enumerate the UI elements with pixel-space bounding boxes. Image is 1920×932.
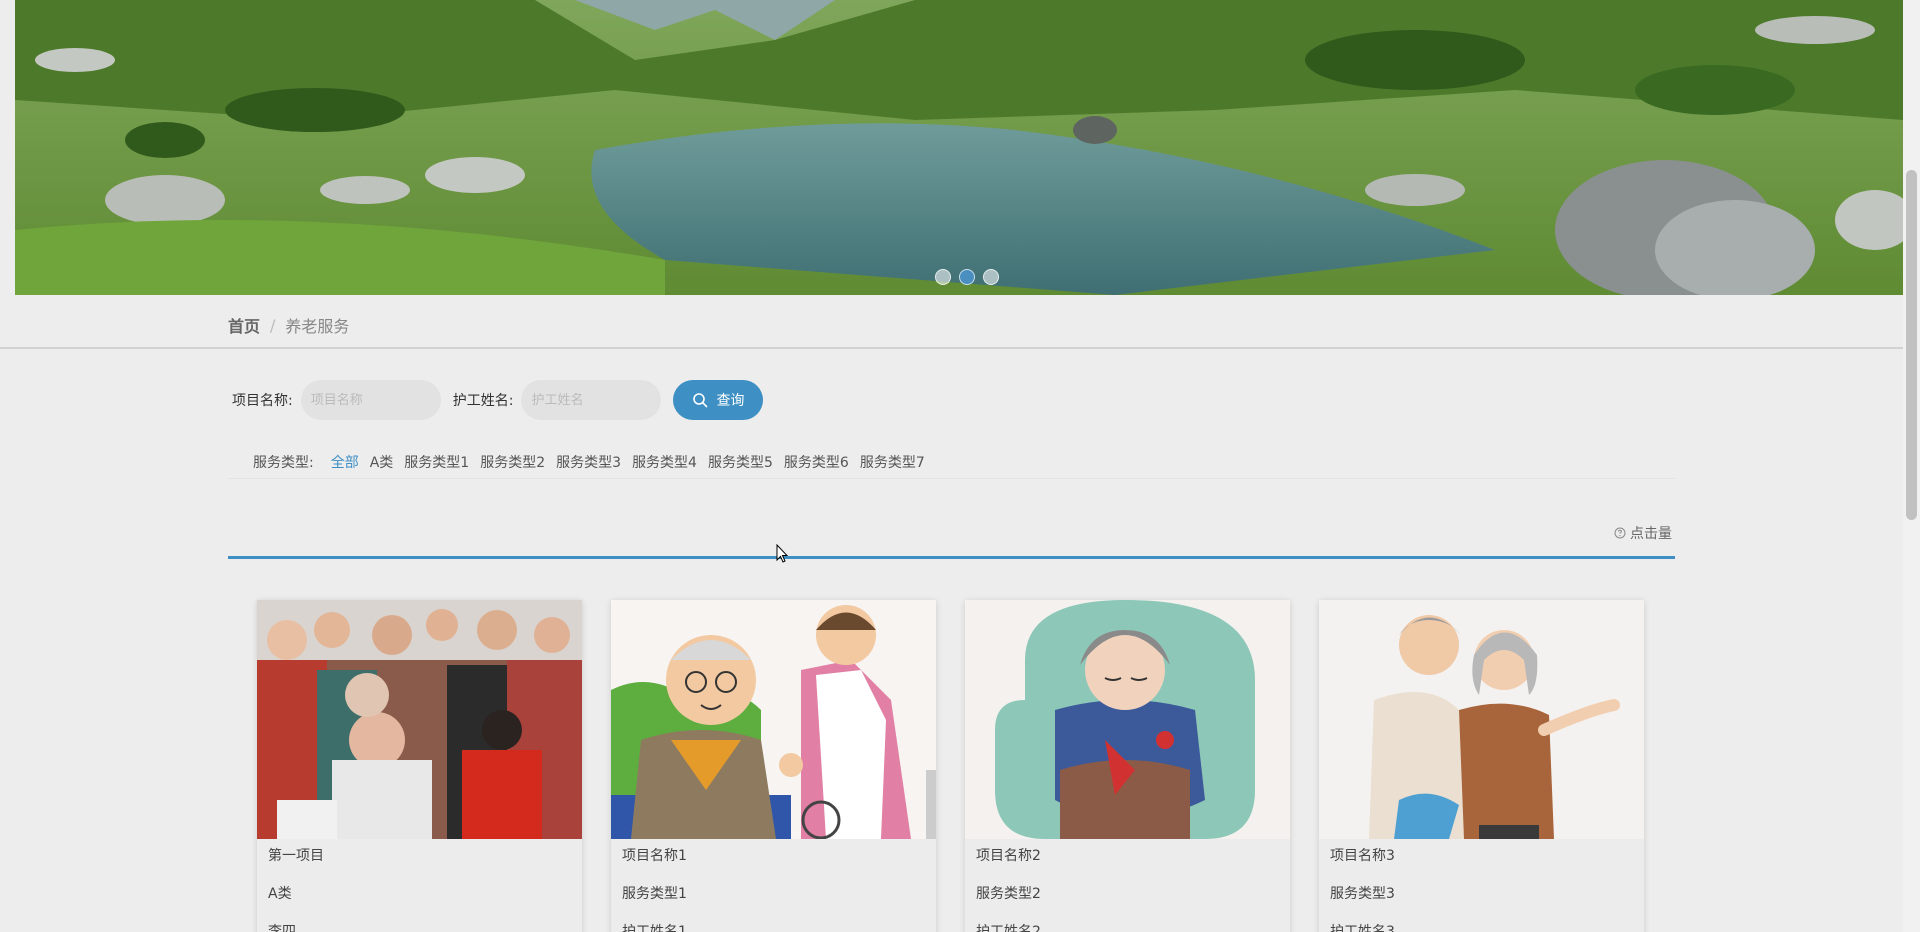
card-worker-name: 护工姓名2 (976, 924, 1041, 932)
category-a[interactable]: A类 (370, 452, 394, 472)
card-image-caregiver-wheelchair (611, 600, 936, 839)
filter-divider (228, 478, 1675, 479)
card-image-crowd (257, 600, 582, 839)
card-service-type: A类 (268, 886, 292, 902)
card-info: 项目名称2 服务类型2 护工姓名2 (965, 839, 1290, 932)
card-service-type: 服务类型1 (622, 886, 687, 902)
scrollbar-thumb[interactable] (1906, 170, 1917, 520)
carousel-dot-2[interactable] (959, 269, 975, 285)
breadcrumb-separator: / (270, 315, 276, 335)
category-type-7[interactable]: 服务类型7 (860, 452, 925, 472)
banner-carousel[interactable] (15, 0, 1903, 295)
breadcrumb-home[interactable]: 首页 (228, 313, 260, 337)
card-project-name: 项目名称1 (622, 848, 687, 864)
card-project-name: 项目名称3 (1330, 848, 1395, 864)
carousel-dots (935, 269, 999, 285)
mouse-cursor-icon (776, 544, 788, 563)
service-card[interactable]: 项目名称2 服务类型2 护工姓名2 (965, 600, 1290, 932)
category-type-5[interactable]: 服务类型5 (708, 452, 773, 472)
card-worker-name: 护工姓名1 (622, 924, 687, 932)
service-card-list: 第一项目 A类 李四 项目名称1 服务类型1 护工姓名1 项目名称2 服务类型2… (257, 600, 1644, 932)
category-type-1[interactable]: 服务类型1 (404, 452, 469, 472)
header-divider (0, 347, 1903, 349)
vertical-scrollbar[interactable] (1903, 0, 1920, 932)
card-project-name: 项目名称2 (976, 848, 1041, 864)
service-card[interactable]: 第一项目 A类 李四 (257, 600, 582, 932)
card-info: 第一项目 A类 李四 (257, 839, 582, 932)
page: 首页 / 养老服务 项目名称: 护工姓名: 查询 服务类型: 全部 A类 服务类… (0, 0, 1920, 932)
worker-name-input[interactable] (521, 380, 662, 420)
question-circle-icon (1614, 527, 1626, 539)
category-all[interactable]: 全部 (331, 452, 359, 472)
query-button[interactable]: 查询 (673, 380, 764, 420)
carousel-dot-1[interactable] (935, 269, 951, 285)
card-project-name: 第一项目 (268, 848, 324, 864)
breadcrumb: 首页 / 养老服务 (228, 313, 349, 337)
card-info: 项目名称3 服务类型3 护工姓名3 (1319, 839, 1644, 932)
card-info: 项目名称1 服务类型1 护工姓名1 (611, 839, 936, 932)
banner-landscape-image (15, 0, 1903, 295)
search-form: 项目名称: 护工姓名: 查询 (232, 380, 764, 420)
card-image-knitting-grandma (965, 600, 1290, 839)
category-type-4[interactable]: 服务类型4 (632, 452, 697, 472)
worker-name-label: 护工姓名: (452, 393, 514, 409)
card-image-elderly-couple (1319, 600, 1644, 839)
carousel-dot-3[interactable] (983, 269, 999, 285)
service-card[interactable]: 项目名称3 服务类型3 护工姓名3 (1319, 600, 1644, 932)
category-type-2[interactable]: 服务类型2 (480, 452, 545, 472)
project-name-label: 项目名称: (232, 393, 293, 409)
card-service-type: 服务类型3 (1330, 886, 1395, 902)
service-type-filter: 服务类型: 全部 A类 服务类型1 服务类型2 服务类型3 服务类型4 服务类型… (253, 452, 925, 472)
service-card[interactable]: 项目名称1 服务类型1 护工姓名1 (611, 600, 936, 932)
project-name-input[interactable] (300, 380, 441, 420)
query-button-label: 查询 (716, 393, 745, 409)
sort-by-clicks[interactable]: 点击量 (1614, 523, 1672, 543)
card-worker-name: 李四 (268, 924, 296, 932)
breadcrumb-current: 养老服务 (285, 317, 350, 336)
card-service-type: 服务类型2 (976, 886, 1041, 902)
card-worker-name: 护工姓名3 (1330, 924, 1395, 932)
category-type-6[interactable]: 服务类型6 (784, 452, 849, 472)
service-type-label: 服务类型: (253, 455, 314, 471)
list-header-line (228, 556, 1675, 559)
category-type-3[interactable]: 服务类型3 (556, 452, 621, 472)
search-icon (693, 393, 708, 408)
sort-label: 点击量 (1630, 526, 1672, 542)
